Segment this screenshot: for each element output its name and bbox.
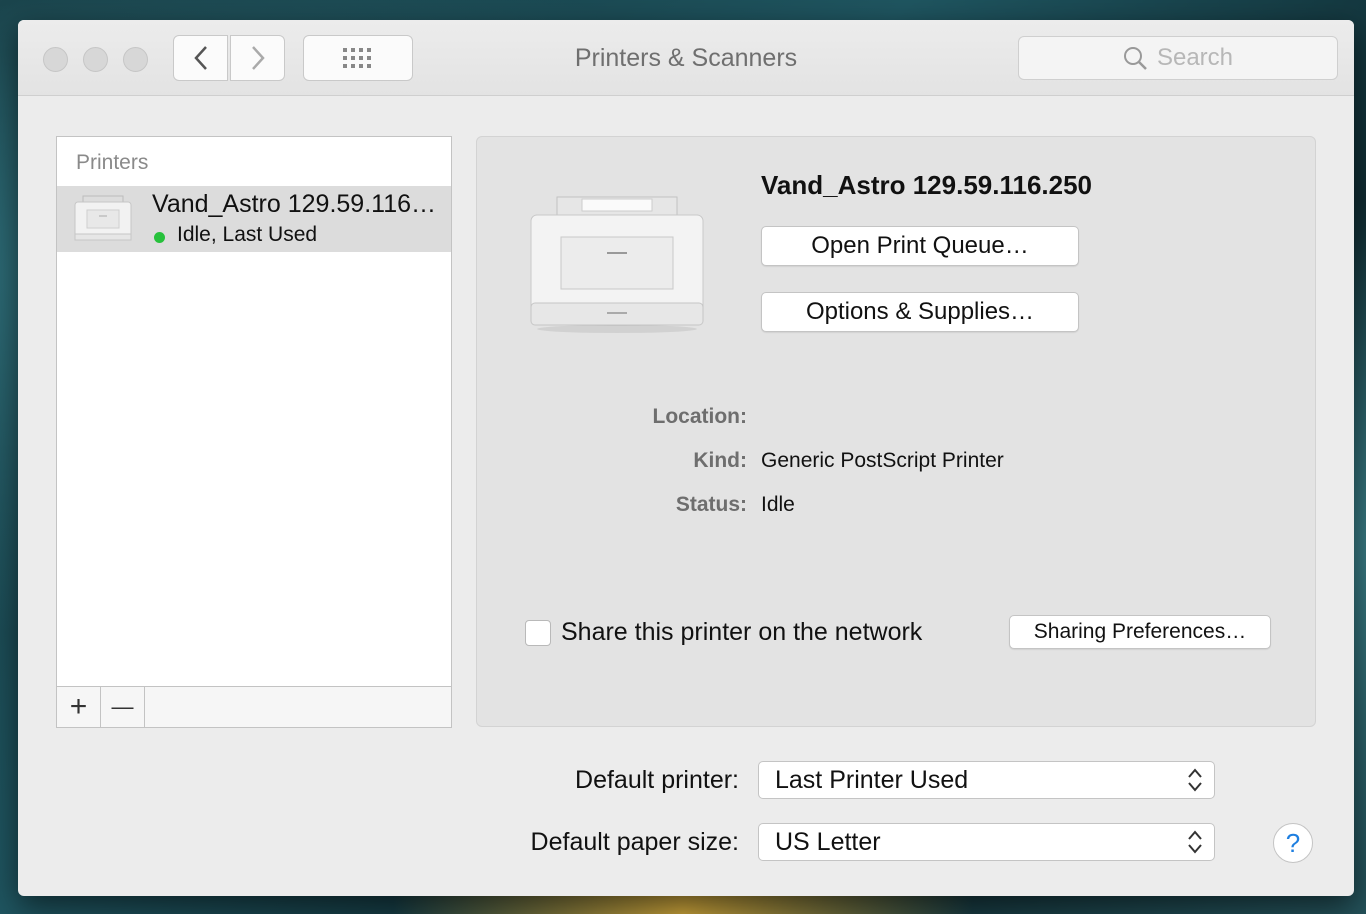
list-footer-toolbar: + — [57, 686, 451, 727]
help-button[interactable]: ? [1273, 823, 1313, 863]
paper-size-select[interactable]: US Letter [758, 823, 1215, 861]
printers-list-header: Printers [76, 151, 149, 174]
remove-printer-button[interactable]: — [101, 687, 145, 727]
paper-size-value: US Letter [775, 828, 881, 856]
status-value: Idle [761, 493, 795, 516]
up-down-arrows-icon [1188, 830, 1202, 854]
add-printer-button[interactable]: + [57, 687, 101, 727]
search-field[interactable]: Search [1018, 36, 1338, 80]
printer-large-icon [530, 196, 704, 333]
printer-detail-panel: Vand_Astro 129.59.116.250 Open Print Que… [476, 136, 1316, 727]
kind-value: Generic PostScript Printer [761, 449, 1004, 472]
plus-icon: + [69, 690, 88, 723]
share-printer-label[interactable]: Share this printer on the network [561, 618, 922, 647]
printers-scanners-window: Printers & Scanners Search Printers Vand… [18, 20, 1354, 896]
default-printer-select[interactable]: Last Printer Used [758, 761, 1215, 799]
printer-list-status: Idle, Last Used [177, 223, 318, 246]
options-supplies-button[interactable]: Options & Supplies… [761, 292, 1079, 332]
search-icon [1123, 47, 1147, 70]
printer-list-name: Vand_Astro 129.59.116… [152, 190, 436, 218]
share-printer-checkbox[interactable] [525, 620, 551, 646]
printer-name: Vand_Astro 129.59.116.250 [761, 170, 1093, 200]
kind-label: Kind: [693, 449, 747, 472]
status-dot-icon [154, 232, 165, 243]
up-down-arrows-icon [1188, 768, 1202, 792]
printers-list: Printers Vand_Astro 129.59.116… Idle, La… [56, 136, 452, 728]
paper-size-label: Default paper size: [530, 828, 739, 856]
location-label: Location: [652, 405, 748, 428]
minus-icon: — [111, 694, 134, 719]
printer-list-item[interactable]: Vand_Astro 129.59.116… Idle, Last Used [57, 186, 451, 252]
title-bar: Printers & Scanners Search [18, 20, 1354, 96]
printer-icon [74, 195, 132, 241]
status-label: Status: [675, 493, 747, 516]
sharing-preferences-button[interactable]: Sharing Preferences… [1009, 615, 1271, 649]
default-printer-label: Default printer: [575, 766, 739, 794]
default-printer-value: Last Printer Used [775, 766, 969, 794]
search-placeholder: Search [1156, 44, 1234, 71]
open-print-queue-button[interactable]: Open Print Queue… [761, 226, 1079, 266]
